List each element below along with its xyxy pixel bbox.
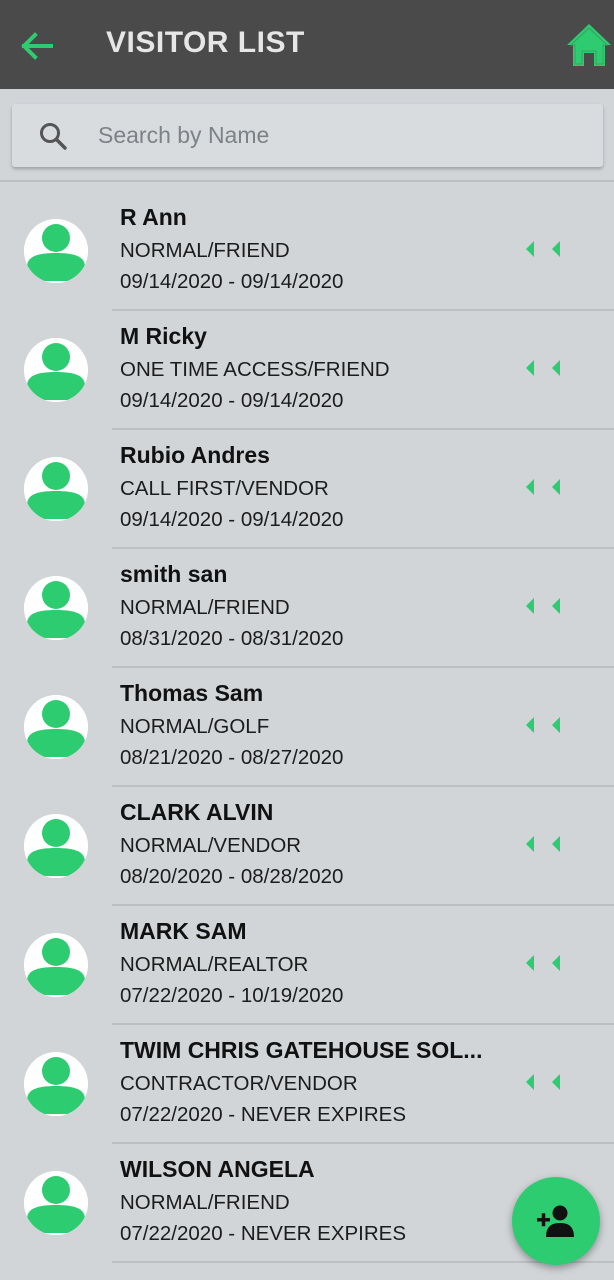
swipe-indicator-icon[interactable] xyxy=(524,597,564,615)
visitor-dates: 07/22/2020 - NEVER EXPIRES xyxy=(120,1222,407,1245)
visitor-name: Thomas Sam xyxy=(120,680,264,706)
visitor-type: NORMAL/REALTOR xyxy=(120,953,309,976)
swipe-indicator-icon[interactable] xyxy=(524,835,564,853)
visitor-name: WILSON ANGELA xyxy=(120,1156,315,1182)
visitor-name: TWIM CHRIS GATEHOUSE SOL... xyxy=(120,1037,483,1063)
visitor-list: R Ann NORMAL/FRIEND 09/14/2020 - 09/14/2… xyxy=(0,192,614,1263)
visitor-type: NORMAL/VENDOR xyxy=(120,834,302,857)
visitor-list-item[interactable]: CLARK ALVIN NORMAL/VENDOR 08/20/2020 - 0… xyxy=(0,787,614,906)
visitor-type: NORMAL/FRIEND xyxy=(120,596,290,619)
avatar-icon xyxy=(24,338,88,402)
swipe-indicator-icon[interactable] xyxy=(524,716,564,734)
top-app-bar: VISITOR LIST xyxy=(0,0,614,89)
add-visitor-button[interactable] xyxy=(512,1177,600,1265)
visitor-name: R Ann xyxy=(120,204,187,230)
avatar-icon xyxy=(24,219,88,283)
visitor-type: NORMAL/FRIEND xyxy=(120,239,290,262)
swipe-indicator-icon[interactable] xyxy=(524,1073,564,1091)
visitor-name: MARK SAM xyxy=(120,918,247,944)
search-bar-container xyxy=(0,89,614,182)
page-title: VISITOR LIST xyxy=(106,26,305,59)
visitor-type: NORMAL/FRIEND xyxy=(120,1191,290,1214)
visitor-dates: 08/31/2020 - 08/31/2020 xyxy=(120,627,344,650)
visitor-name: M Ricky xyxy=(120,323,207,349)
visitor-dates: 08/20/2020 - 08/28/2020 xyxy=(120,865,344,888)
visitor-dates: 07/22/2020 - NEVER EXPIRES xyxy=(120,1103,407,1126)
visitor-list-item[interactable]: TWIM CHRIS GATEHOUSE SOL... CONTRACTOR/V… xyxy=(0,1025,614,1144)
arrow-left-icon xyxy=(21,32,53,60)
search-icon xyxy=(40,123,67,150)
visitor-dates: 07/22/2020 - 10/19/2020 xyxy=(120,984,344,1007)
avatar-icon xyxy=(24,457,88,521)
back-button[interactable] xyxy=(18,28,56,64)
visitor-type: CONTRACTOR/VENDOR xyxy=(120,1072,358,1095)
avatar-icon xyxy=(24,814,88,878)
avatar-icon xyxy=(24,933,88,997)
avatar-icon xyxy=(24,1052,88,1116)
visitor-type: CALL FIRST/VENDOR xyxy=(120,477,329,500)
visitor-dates: 08/21/2020 - 08/27/2020 xyxy=(120,746,344,769)
visitor-list-item[interactable]: R Ann NORMAL/FRIEND 09/14/2020 - 09/14/2… xyxy=(0,192,614,311)
visitor-list-item[interactable]: Rubio Andres CALL FIRST/VENDOR 09/14/202… xyxy=(0,430,614,549)
avatar-icon xyxy=(24,576,88,640)
visitor-type: NORMAL/GOLF xyxy=(120,715,270,738)
visitor-type: ONE TIME ACCESS/FRIEND xyxy=(120,358,390,381)
visitor-list-item[interactable]: Thomas Sam NORMAL/GOLF 08/21/2020 - 08/2… xyxy=(0,668,614,787)
visitor-name: smith san xyxy=(120,561,228,587)
swipe-indicator-icon[interactable] xyxy=(524,359,564,377)
avatar-icon xyxy=(24,695,88,759)
home-button[interactable] xyxy=(564,20,614,70)
visitor-list-item[interactable]: smith san NORMAL/FRIEND 08/31/2020 - 08/… xyxy=(0,549,614,668)
visitor-name: CLARK ALVIN xyxy=(120,799,274,825)
add-person-icon xyxy=(537,1205,574,1237)
swipe-indicator-icon[interactable] xyxy=(524,240,564,258)
swipe-indicator-icon[interactable] xyxy=(524,954,564,972)
search-box[interactable] xyxy=(12,104,603,167)
avatar-icon xyxy=(24,1171,88,1235)
visitor-dates: 09/14/2020 - 09/14/2020 xyxy=(120,270,344,293)
home-icon xyxy=(567,24,611,66)
search-input[interactable] xyxy=(98,104,588,167)
visitor-list-item[interactable]: MARK SAM NORMAL/REALTOR 07/22/2020 - 10/… xyxy=(0,906,614,1025)
visitor-dates: 09/14/2020 - 09/14/2020 xyxy=(120,508,344,531)
visitor-dates: 09/14/2020 - 09/14/2020 xyxy=(120,389,344,412)
swipe-indicator-icon[interactable] xyxy=(524,478,564,496)
visitor-name: Rubio Andres xyxy=(120,442,270,468)
visitor-list-item[interactable]: M Ricky ONE TIME ACCESS/FRIEND 09/14/202… xyxy=(0,311,614,430)
